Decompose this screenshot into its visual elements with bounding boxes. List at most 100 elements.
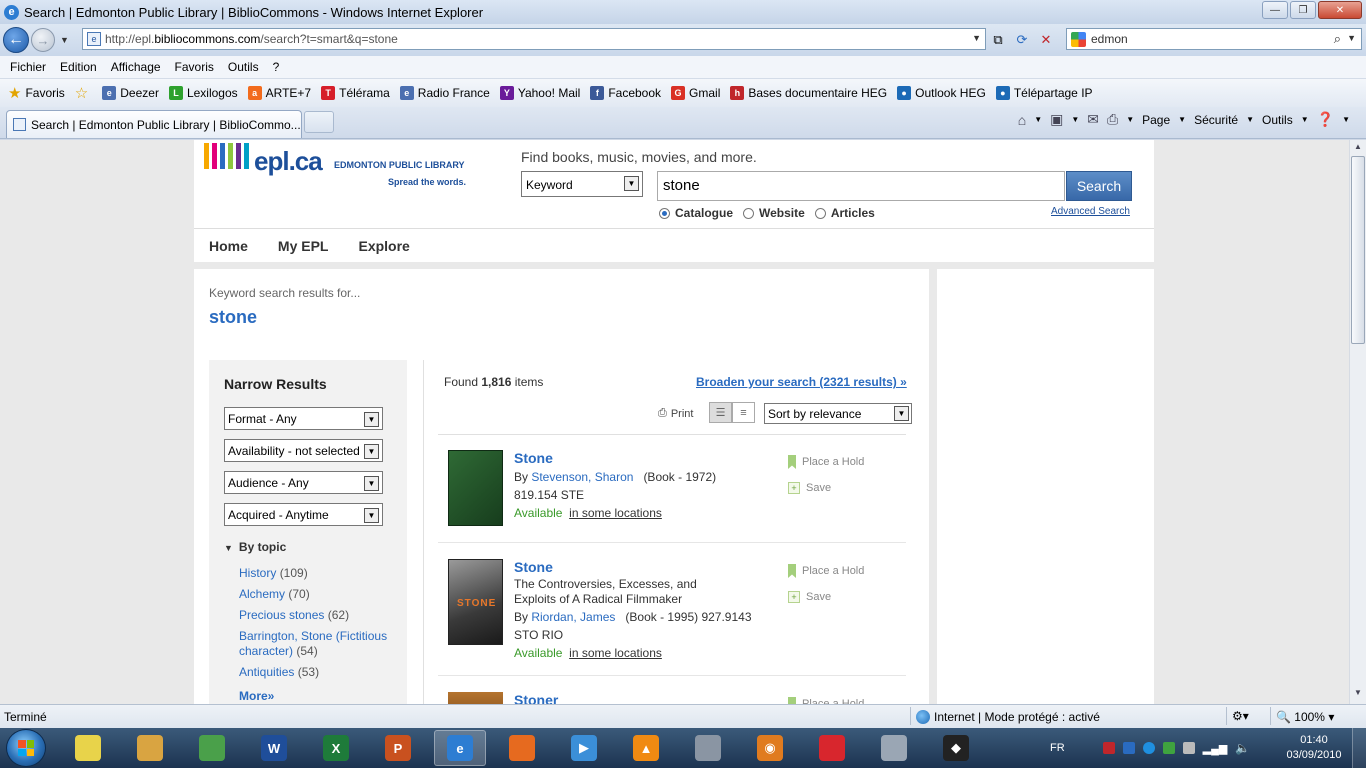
tray-app-icon[interactable] [1102,742,1115,754]
menu-outils[interactable]: Outils [228,60,259,74]
taskbar-media-player-button[interactable]: ▶ [558,730,610,766]
page-menu[interactable]: Page [1142,113,1170,127]
protected-mode-settings-icon[interactable]: ⚙▾ [1232,709,1249,723]
nav-explore[interactable]: Explore [358,238,409,254]
close-button[interactable]: ✕ [1318,1,1362,19]
locations-link[interactable]: in some locations [569,646,662,660]
sort-select[interactable]: Sort by relevance ▼ [764,403,912,424]
result-title-link[interactable]: Stoner [514,692,558,704]
feeds-icon[interactable]: ▣ [1050,111,1063,128]
tray-app-icon[interactable] [1162,742,1175,754]
broaden-search-link[interactable]: Broaden your search (2321 results) » [696,375,907,389]
tray-app-icon[interactable] [1182,742,1195,754]
taskbar-internet-explorer-button[interactable]: e [434,730,486,766]
print-icon[interactable]: ⎙ [1107,111,1118,128]
menu-fichier[interactable]: Fichier [10,60,46,74]
print-dropdown-icon[interactable]: ▼ [1126,115,1134,124]
tray-app-icon[interactable] [1122,742,1135,754]
language-indicator[interactable]: FR [1050,742,1065,754]
tools-menu[interactable]: Outils [1262,113,1293,127]
save-button[interactable]: + Save [788,482,831,494]
system-clock[interactable]: 01:40 03/09/2010 [1286,733,1342,763]
search-icon[interactable]: ⌕ [1334,31,1341,47]
tab-search-epl[interactable]: Search | Edmonton Public Library | Bibli… [6,110,302,138]
book-cover-image[interactable] [448,450,503,526]
new-tab-button[interactable] [304,111,334,133]
compatibility-view-icon[interactable]: ⧉ [988,30,1008,50]
stop-icon[interactable]: ✕ [1036,30,1056,50]
taskbar-chrome-globe-button[interactable] [186,730,238,766]
browser-search-input[interactable]: edmon ⌕ ▼ [1066,28,1362,50]
refresh-icon[interactable]: ⟳ [1012,30,1032,50]
book-cover-image[interactable]: STONE [448,559,503,645]
address-input[interactable]: e http://epl. bibliocommons.com/search?t=… [82,28,986,50]
favorite-item[interactable]: T Télérama [321,86,390,100]
minimize-button[interactable]: — [1262,1,1288,19]
maximize-button[interactable]: ❐ [1290,1,1316,19]
favorite-item[interactable]: ● Outlook HEG [897,86,986,100]
author-link[interactable]: Stevenson, Sharon [531,470,633,484]
taskbar-eye-app-button[interactable]: ◉ [744,730,796,766]
advanced-search-link[interactable]: Advanced Search [1051,206,1130,217]
taskbar-powerpoint-button[interactable]: P [372,730,424,766]
taskbar-firefox-button[interactable] [496,730,548,766]
site-logo-text[interactable]: epl.ca [254,146,323,177]
help-dropdown-icon[interactable]: ▼ [1342,115,1350,124]
taskbar-paint-button[interactable] [806,730,858,766]
taskbar-excel-button[interactable]: X [310,730,362,766]
more-topics-link[interactable]: More» [239,689,274,703]
place-hold-button[interactable]: Place a Hold [788,564,864,578]
mail-icon[interactable]: ✉ [1087,111,1099,128]
topic-link-precious-stones[interactable]: Precious stones (62) [239,608,399,623]
feeds-dropdown-icon[interactable]: ▼ [1071,115,1079,124]
taskbar-explorer-button[interactable] [124,730,176,766]
start-button[interactable] [6,729,46,767]
nav-my-epl[interactable]: My EPL [278,238,329,254]
scope-articles-radio[interactable]: Articles [814,206,875,220]
history-dropdown-icon[interactable]: ▼ [60,35,69,45]
author-link[interactable]: Riordan, James [531,610,615,624]
scope-catalogue-radio[interactable]: Catalogue [659,206,733,220]
scroll-down-icon[interactable]: ▼ [1352,688,1364,702]
page-menu-dropdown-icon[interactable]: ▼ [1178,115,1186,124]
scroll-thumb[interactable] [1351,156,1365,344]
place-hold-button[interactable]: Place a Hold [788,455,864,469]
result-title-link[interactable]: Stone [514,559,553,575]
taskbar-word-button[interactable]: W [248,730,300,766]
menu-edition[interactable]: Edition [60,60,97,74]
volume-icon[interactable]: 🔈 [1235,741,1250,755]
nav-home[interactable]: Home [209,238,248,254]
favorite-item[interactable]: G Gmail [671,86,720,100]
favorite-item[interactable]: f Facebook [590,86,661,100]
favorite-item[interactable]: e Deezer [102,86,159,100]
zoom-level[interactable]: 🔍 100% ▾ [1276,710,1334,724]
forward-button[interactable]: → [31,28,55,52]
home-icon[interactable]: ⌂ [1018,112,1026,128]
network-icon[interactable]: ▂▄▆ [1203,742,1228,755]
security-zone[interactable]: Internet | Mode protégé : activé [916,710,1100,724]
search-provider-dropdown-icon[interactable]: ▼ [1347,33,1356,43]
menu-help[interactable]: ? [273,60,280,74]
by-topic-toggle[interactable]: ▼ By topic [224,540,286,554]
taskbar-sticky-notes-button[interactable] [62,730,114,766]
save-button[interactable]: + Save [788,591,831,603]
menu-favoris[interactable]: Favoris [175,60,214,74]
list-view-icon[interactable]: ≡ [732,402,755,423]
locations-link[interactable]: in some locations [569,506,662,520]
vertical-scrollbar[interactable]: ▲ ▼ [1349,140,1366,704]
catalog-search-input[interactable]: stone [657,171,1065,201]
topic-link-barrington-stone[interactable]: Barrington, Stone (Fictitious character)… [239,629,399,659]
favorite-item[interactable]: h Bases documentaire HEG [730,86,887,100]
favorite-item[interactable]: L Lexilogos [168,86,238,100]
result-title-link[interactable]: Stone [514,450,553,466]
security-menu[interactable]: Sécurité [1194,113,1238,127]
search-button[interactable]: Search [1066,171,1132,201]
print-link[interactable]: ⎙ Print [658,407,693,420]
favorites-button[interactable]: ★ Favoris [8,84,65,102]
taskbar-app-dark-button[interactable]: ◆ [930,730,982,766]
audience-filter-select[interactable]: Audience - Any ▼ [224,471,383,494]
help-icon[interactable]: ❓ [1317,111,1334,128]
back-button[interactable]: ← [3,27,29,53]
topic-link-alchemy[interactable]: Alchemy (70) [239,587,399,602]
acquired-filter-select[interactable]: Acquired - Anytime ▼ [224,503,383,526]
